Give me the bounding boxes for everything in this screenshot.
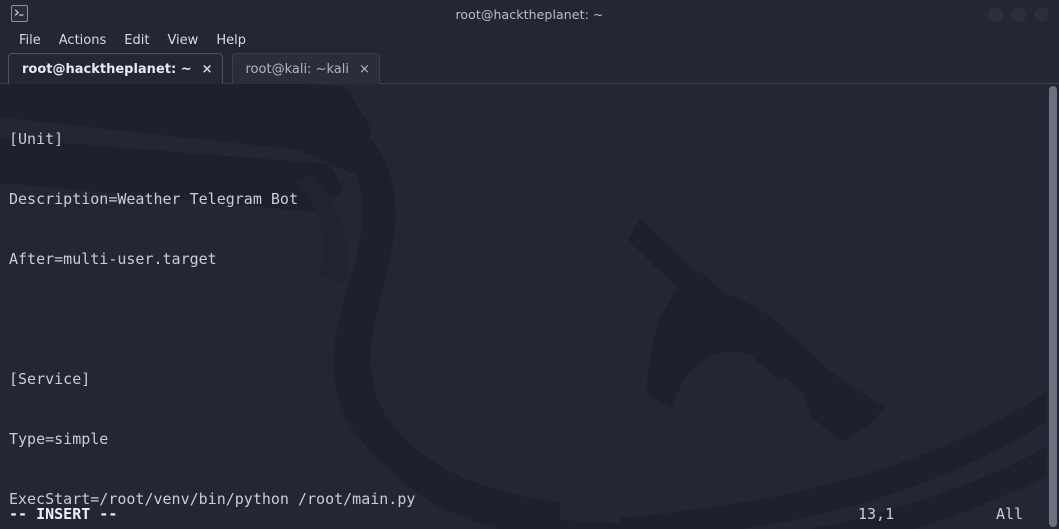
tab-root-kali[interactable]: root@kali: ~kali × xyxy=(231,53,380,84)
buffer-line: [Service] xyxy=(9,370,91,388)
terminal-window: root@hacktheplanet: ~ File Actions Edit … xyxy=(0,0,1059,529)
status-cursor-position: 13,1 xyxy=(858,505,895,523)
menu-item-file[interactable]: File xyxy=(10,31,50,50)
status-mode: -- INSERT -- xyxy=(9,505,118,523)
tab-close-icon[interactable]: × xyxy=(202,63,213,76)
tab-root-hacktheplanet[interactable]: root@hacktheplanet: ~ × xyxy=(8,53,223,84)
close-button[interactable] xyxy=(1034,6,1049,22)
scrollbar[interactable] xyxy=(1047,84,1059,529)
tab-bar: root@hacktheplanet: ~ × root@kali: ~kali… xyxy=(0,52,1059,84)
minimize-button[interactable] xyxy=(988,6,1003,22)
window-controls xyxy=(988,0,1049,28)
menu-item-help[interactable]: Help xyxy=(207,31,255,50)
tab-label: root@hacktheplanet: ~ xyxy=(22,61,192,77)
terminal-content-area[interactable]: [Unit] Description=Weather Telegram Bot … xyxy=(0,84,1059,529)
buffer-line xyxy=(9,309,1059,329)
window-title: root@hacktheplanet: ~ xyxy=(455,6,604,22)
vim-status-line: -- INSERT -- 13,1 All xyxy=(0,503,1059,529)
title-bar: root@hacktheplanet: ~ xyxy=(0,0,1059,28)
tab-label: root@kali: ~kali xyxy=(245,61,349,77)
menu-bar: File Actions Edit View Help xyxy=(0,28,1059,52)
terminal-icon xyxy=(11,5,28,22)
menu-item-view[interactable]: View xyxy=(158,31,207,50)
menu-item-actions[interactable]: Actions xyxy=(50,31,116,50)
tab-close-icon[interactable]: × xyxy=(359,63,370,76)
vim-buffer[interactable]: [Unit] Description=Weather Telegram Bot … xyxy=(0,84,1059,529)
status-scroll-percent: All xyxy=(996,505,1024,523)
buffer-line: [Unit] xyxy=(9,130,64,148)
menu-item-edit[interactable]: Edit xyxy=(115,31,158,50)
buffer-line: Description=Weather Telegram Bot xyxy=(9,190,298,208)
buffer-line: Type=simple xyxy=(9,430,109,448)
scrollbar-thumb[interactable] xyxy=(1049,86,1057,527)
buffer-line: After=multi-user.target xyxy=(9,250,217,268)
maximize-button[interactable] xyxy=(1011,6,1026,22)
